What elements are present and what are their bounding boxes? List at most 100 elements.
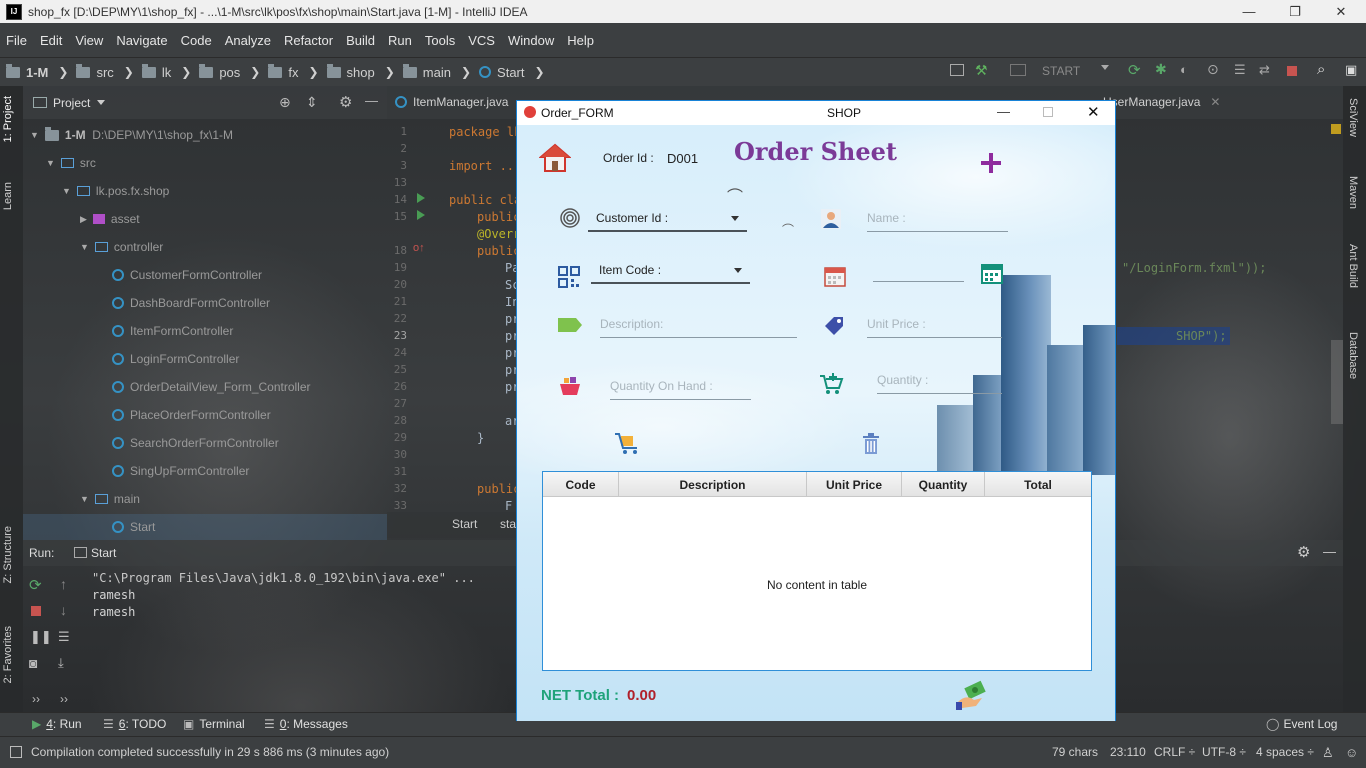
menu-window[interactable]: Window [508, 33, 554, 48]
close-button[interactable]: ✕ [1318, 0, 1364, 23]
tree-class-item[interactable]: PlaceOrderFormController [112, 408, 271, 422]
project-panel-title[interactable]: Project [53, 96, 90, 110]
tab-user-manager[interactable]: UserManager.java ✕ [1103, 95, 1220, 109]
editor-scrollbar[interactable] [1331, 340, 1343, 424]
quantity-on-hand-field[interactable]: Quantity On Hand : [610, 373, 752, 401]
tool-window-ant-build[interactable]: Ant Build [1347, 244, 1359, 288]
close-tab-icon[interactable]: ✕ [1210, 95, 1220, 109]
tool-event-log[interactable]: ◯ Event Log [1266, 717, 1337, 731]
restore-button[interactable]: ❐ [1272, 0, 1318, 23]
item-code-combo[interactable]: Item Code : [591, 257, 751, 285]
tree-class-item[interactable]: OrderDetailView_Form_Controller [112, 380, 311, 394]
tree-class-item[interactable]: SearchOrderFormController [112, 436, 279, 450]
debug-bug-icon[interactable]: ✱ [1155, 61, 1167, 78]
run-gutter-icon[interactable] [417, 193, 425, 203]
quantity-field[interactable]: Quantity : [877, 367, 1003, 395]
menu-file[interactable]: File [6, 33, 27, 48]
more-icon[interactable]: ›› [60, 692, 68, 706]
lock-icon[interactable]: ♙ [1322, 745, 1334, 761]
breadcrumb-start[interactable]: Start [479, 65, 525, 80]
order-items-table[interactable]: Code Description Unit Price Quantity Tot… [542, 471, 1092, 671]
tree-class-item[interactable]: CustomerFormController [112, 268, 262, 282]
close-button[interactable]: ✕ [1087, 103, 1100, 121]
chevron-down-icon[interactable] [1101, 65, 1109, 70]
minimize-button[interactable]: — [1226, 0, 1272, 23]
chevron-down-icon[interactable] [731, 216, 739, 221]
tree-class-item[interactable]: SingUpFormController [112, 464, 249, 478]
layout-icon[interactable]: ▣ [1345, 62, 1357, 78]
place-order-cash-button[interactable] [955, 679, 989, 711]
rerun-icon[interactable]: ⟳ [29, 576, 42, 594]
status-indent[interactable]: 4 spaces ÷ [1256, 745, 1314, 759]
scroll-end-icon[interactable]: ⤓ [58, 655, 64, 671]
breadcrumb-shop[interactable]: shop [326, 63, 375, 80]
tool-window-structure[interactable]: Z: Structure [2, 526, 14, 583]
breadcrumb-main[interactable]: main [402, 63, 451, 80]
tree-start-selected[interactable]: Start [23, 514, 387, 540]
tree-package[interactable]: ▼ lk.pos.fx.shop [62, 184, 169, 198]
gear-icon[interactable]: ⚙ [1297, 543, 1310, 561]
column-header-total[interactable]: Total [985, 472, 1091, 497]
menu-vcs[interactable]: VCS [468, 33, 495, 48]
tab-item-manager[interactable]: ItemManager.java [395, 95, 508, 109]
build-list-icon[interactable]: ☰ [1234, 62, 1246, 78]
run-tab-start[interactable]: Start [91, 546, 116, 560]
status-caret-position[interactable]: 23:110 [1110, 745, 1146, 759]
column-header-code[interactable]: Code [543, 472, 619, 497]
menu-help[interactable]: Help [567, 33, 594, 48]
menu-code[interactable]: Code [181, 33, 212, 48]
minimize-button[interactable]: — [997, 104, 1010, 119]
project-structure-icon[interactable] [950, 64, 964, 76]
add-cart-trolley-button[interactable] [612, 431, 642, 457]
editor-breadcrumb[interactable]: sta [500, 517, 516, 531]
menu-run[interactable]: Run [388, 33, 412, 48]
breadcrumb-module[interactable]: 1-M [6, 63, 48, 80]
date-field[interactable] [873, 257, 965, 285]
description-field[interactable]: Description: [600, 311, 798, 339]
delete-trash-button[interactable] [859, 431, 883, 457]
run-gutter-icon[interactable] [417, 210, 425, 220]
tree-src[interactable]: ▼ src [46, 156, 96, 170]
gear-icon[interactable]: ⚙ [339, 93, 352, 111]
customer-id-combo[interactable]: Customer Id : [588, 205, 748, 233]
breadcrumb-lk[interactable]: lk [141, 63, 171, 80]
coverage-icon[interactable]: ◐ [1180, 62, 1188, 77]
tree-class-item[interactable]: DashBoardFormController [112, 296, 270, 310]
menu-edit[interactable]: Edit [40, 33, 62, 48]
add-plus-icon[interactable] [977, 149, 1005, 177]
inspector-icon[interactable]: ☺ [1345, 745, 1358, 760]
tree-class-item[interactable]: LoginFormController [112, 352, 239, 366]
menu-navigate[interactable]: Navigate [116, 33, 167, 48]
tree-controller[interactable]: ▼ controller [80, 240, 163, 254]
tree-main[interactable]: ▼ main [80, 492, 140, 506]
status-indicator-icon[interactable] [10, 746, 22, 758]
hide-panel-icon[interactable]: — [1323, 544, 1336, 559]
column-header-description[interactable]: Description [619, 472, 807, 497]
more-icon[interactable]: ›› [32, 692, 40, 706]
soft-wrap-icon[interactable]: ☰ [58, 629, 70, 645]
tree-asset[interactable]: ▶ asset [80, 212, 140, 226]
home-icon[interactable] [539, 143, 571, 173]
column-header-quantity[interactable]: Quantity [902, 472, 985, 497]
tool-window-favorites[interactable]: 2: Favorites [2, 626, 14, 683]
attach-icon[interactable]: ⇄ [1259, 62, 1270, 78]
tool-window-sciview[interactable]: SciView [1347, 98, 1359, 137]
tool-run[interactable]: ▶ 4: Run [32, 717, 82, 731]
profile-icon[interactable]: ⊙ [1207, 61, 1219, 78]
camera-icon[interactable]: ◙ [29, 655, 37, 671]
tool-window-database[interactable]: Database [1347, 332, 1359, 379]
locate-target-icon[interactable]: ⊕ [279, 94, 291, 111]
menu-refactor[interactable]: Refactor [284, 33, 333, 48]
tool-window-maven[interactable]: Maven [1347, 176, 1359, 209]
tree-class-item[interactable]: ItemFormController [112, 324, 233, 338]
rerun-icon[interactable]: ⟳ [1128, 61, 1141, 79]
pause-icon[interactable]: ❚❚ [30, 629, 52, 645]
menu-view[interactable]: View [75, 33, 103, 48]
status-message[interactable]: Compilation completed successfully in 29… [31, 745, 389, 759]
menu-build[interactable]: Build [346, 33, 375, 48]
tool-terminal[interactable]: ▣ Terminal [183, 717, 245, 731]
breadcrumb-fx[interactable]: fx [268, 63, 298, 80]
tool-window-learn[interactable]: Learn [2, 182, 14, 210]
column-header-unit-price[interactable]: Unit Price [807, 472, 902, 497]
arrow-up-icon[interactable]: ↑ [60, 576, 67, 592]
